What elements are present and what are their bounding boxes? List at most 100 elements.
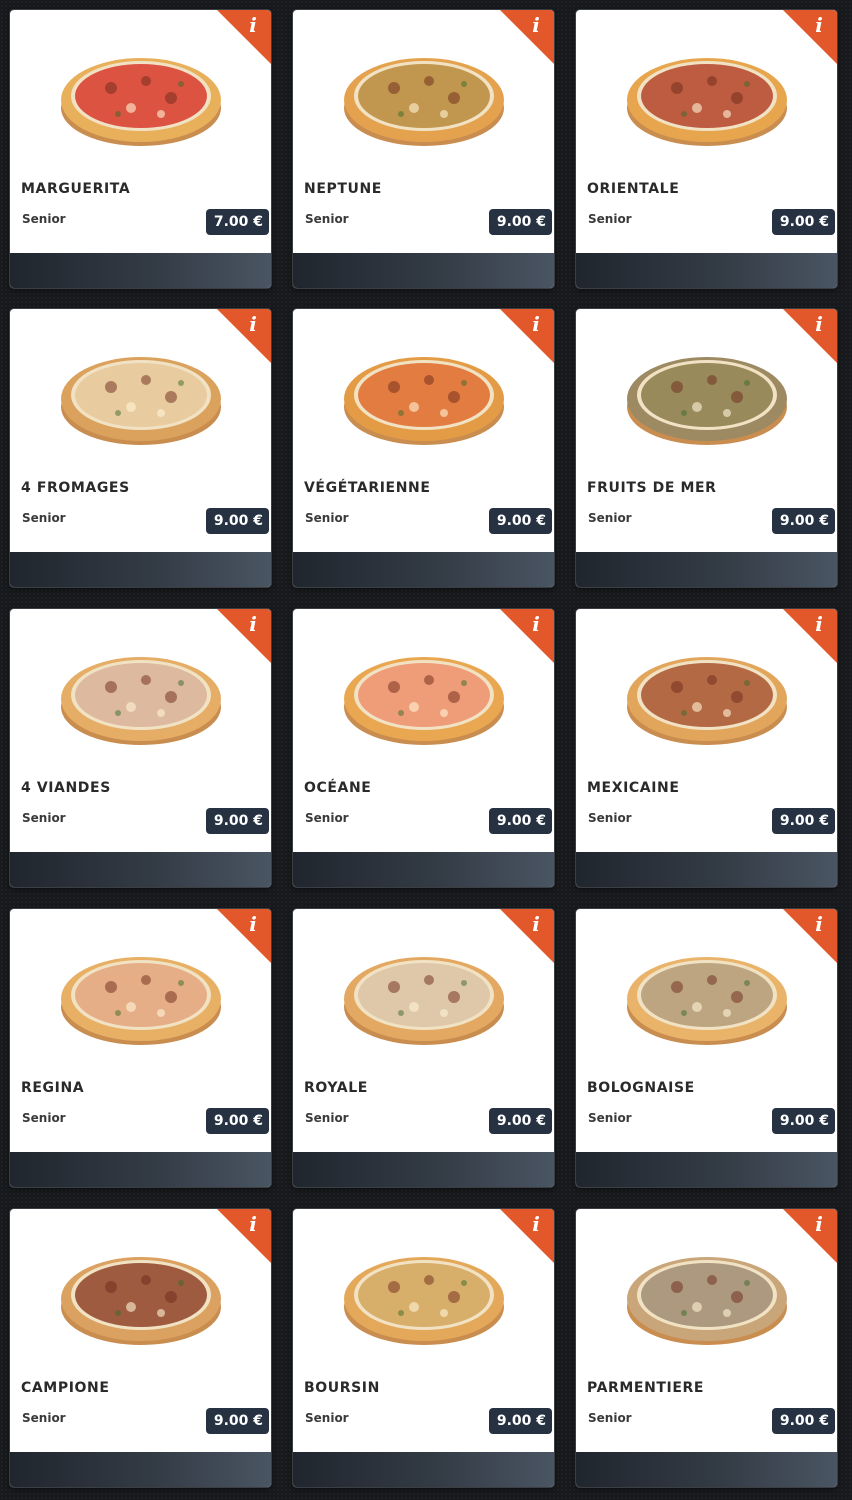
info-button[interactable]: i: [209, 609, 271, 671]
price-badge: 9.00 €: [488, 808, 552, 834]
info-button[interactable]: i: [775, 1209, 837, 1271]
price-badge: 9.00 €: [488, 1108, 552, 1134]
info-glyph: i: [532, 312, 540, 336]
info-icon: i: [217, 10, 271, 64]
product-card[interactable]: i VÉGÉTARIENNE Senior 9.00 €: [293, 309, 554, 587]
product-card[interactable]: i OCÉANE Senior 9.00 €: [293, 609, 554, 887]
card-footer[interactable]: [10, 1452, 271, 1487]
info-button[interactable]: i: [209, 1209, 271, 1271]
info-button[interactable]: i: [492, 10, 554, 72]
product-name: BOURSIN: [304, 1380, 380, 1396]
product-size: Senior: [305, 811, 349, 825]
info-glyph: i: [532, 912, 540, 936]
product-card[interactable]: i CAMPIONE Senior 9.00 €: [10, 1209, 271, 1487]
card-footer[interactable]: [10, 552, 271, 587]
product-card[interactable]: i NEPTUNE Senior 9.00 €: [293, 10, 554, 288]
product-card[interactable]: i ORIENTALE Senior 9.00 €: [576, 10, 837, 288]
info-glyph: i: [249, 1212, 257, 1236]
product-name: 4 FROMAGES: [21, 480, 130, 496]
info-button[interactable]: i: [775, 909, 837, 971]
info-button[interactable]: i: [209, 309, 271, 371]
price-badge: 9.00 €: [205, 1108, 269, 1134]
price-badge: 9.00 €: [771, 508, 835, 534]
product-name: PARMENTIERE: [587, 1380, 705, 1396]
info-button[interactable]: i: [492, 909, 554, 971]
product-size: Senior: [588, 811, 632, 825]
info-button[interactable]: i: [492, 609, 554, 671]
info-glyph: i: [815, 612, 823, 636]
product-size: Senior: [305, 212, 349, 226]
product-name: OCÉANE: [304, 780, 372, 796]
card-footer[interactable]: [10, 253, 271, 288]
product-card[interactable]: i PARMENTIERE Senior 9.00 €: [576, 1209, 837, 1487]
product-size: Senior: [305, 1411, 349, 1425]
product-name: FRUITS DE MER: [587, 480, 717, 496]
info-glyph: i: [532, 1212, 540, 1236]
info-glyph: i: [249, 13, 257, 37]
product-name: MEXICAINE: [587, 780, 680, 796]
price-badge: 9.00 €: [488, 1408, 552, 1434]
info-icon: i: [500, 609, 554, 663]
product-card[interactable]: i MARGUERITA Senior 7.00 €: [10, 10, 271, 288]
info-button[interactable]: i: [492, 1209, 554, 1271]
product-name: ORIENTALE: [587, 181, 680, 197]
product-size: Senior: [22, 1111, 66, 1125]
product-size: Senior: [22, 511, 66, 525]
info-glyph: i: [815, 312, 823, 336]
price-badge: 9.00 €: [771, 1408, 835, 1434]
info-button[interactable]: i: [209, 10, 271, 72]
product-card[interactable]: i FRUITS DE MER Senior 9.00 €: [576, 309, 837, 587]
card-footer[interactable]: [293, 1152, 554, 1187]
info-button[interactable]: i: [492, 309, 554, 371]
product-name: BOLOGNAISE: [587, 1080, 695, 1096]
info-glyph: i: [249, 912, 257, 936]
card-footer[interactable]: [576, 1452, 837, 1487]
price-badge: 9.00 €: [205, 1408, 269, 1434]
info-button[interactable]: i: [775, 309, 837, 371]
product-card[interactable]: i BOURSIN Senior 9.00 €: [293, 1209, 554, 1487]
product-card[interactable]: i MEXICAINE Senior 9.00 €: [576, 609, 837, 887]
price-badge: 7.00 €: [205, 209, 269, 235]
product-size: Senior: [588, 212, 632, 226]
info-button[interactable]: i: [209, 909, 271, 971]
card-footer[interactable]: [293, 1452, 554, 1487]
product-card[interactable]: i BOLOGNAISE Senior 9.00 €: [576, 909, 837, 1187]
price-badge: 9.00 €: [771, 808, 835, 834]
card-footer[interactable]: [293, 852, 554, 887]
info-icon: i: [783, 609, 837, 663]
info-button[interactable]: i: [775, 609, 837, 671]
info-icon: i: [217, 609, 271, 663]
card-footer[interactable]: [576, 253, 837, 288]
info-icon: i: [217, 309, 271, 363]
product-card[interactable]: i ROYALE Senior 9.00 €: [293, 909, 554, 1187]
card-footer[interactable]: [576, 552, 837, 587]
info-icon: i: [217, 909, 271, 963]
info-icon: i: [783, 10, 837, 64]
product-card[interactable]: i REGINA Senior 9.00 €: [10, 909, 271, 1187]
info-icon: i: [500, 10, 554, 64]
price-badge: 9.00 €: [488, 209, 552, 235]
info-icon: i: [500, 1209, 554, 1263]
card-footer[interactable]: [576, 1152, 837, 1187]
card-footer[interactable]: [293, 253, 554, 288]
info-glyph: i: [532, 13, 540, 37]
product-card[interactable]: i 4 VIANDES Senior 9.00 €: [10, 609, 271, 887]
product-name: MARGUERITA: [21, 181, 131, 197]
product-size: Senior: [588, 1411, 632, 1425]
card-footer[interactable]: [576, 852, 837, 887]
info-glyph: i: [532, 612, 540, 636]
product-size: Senior: [588, 511, 632, 525]
card-footer[interactable]: [293, 552, 554, 587]
product-card[interactable]: i 4 FROMAGES Senior 9.00 €: [10, 309, 271, 587]
info-button[interactable]: i: [775, 10, 837, 72]
product-name: ROYALE: [304, 1080, 368, 1096]
card-footer[interactable]: [10, 1152, 271, 1187]
product-grid: i MARGUERITA Senior 7.00 € i NEPTUNE Senior 9.0…: [0, 0, 852, 1500]
info-glyph: i: [249, 312, 257, 336]
info-icon: i: [217, 1209, 271, 1263]
product-size: Senior: [588, 1111, 632, 1125]
card-footer[interactable]: [10, 852, 271, 887]
price-badge: 9.00 €: [771, 209, 835, 235]
product-name: VÉGÉTARIENNE: [304, 480, 431, 496]
info-icon: i: [500, 309, 554, 363]
